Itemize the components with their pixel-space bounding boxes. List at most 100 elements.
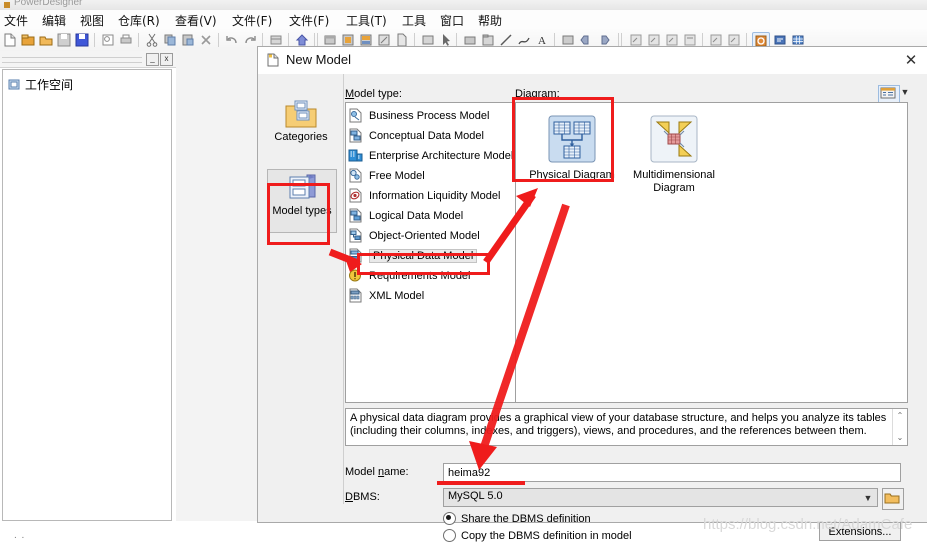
toolbar-separator-3 <box>218 33 219 47</box>
radio-copy-dbms-button[interactable] <box>443 529 456 542</box>
toolbar-new-icon[interactable] <box>2 32 18 48</box>
menu-item-tools2[interactable]: 工具 <box>402 12 426 29</box>
diagram-item-multidimensional-diagram[interactable]: Multidimensional Diagram <box>628 113 720 195</box>
model-name-label-pre: Model <box>345 466 379 478</box>
description-scroll-down-arrow[interactable]: ⌄ <box>893 432 907 444</box>
list-item-xml-model[interactable]: XML Model <box>348 287 518 304</box>
list-item-enterprise-architecture-model[interactable]: Enterprise Architecture Model <box>348 147 518 164</box>
diagram-item-multidimensional-diagram-label: Multidimensional Diagram <box>628 169 720 195</box>
tree-item-workspace-label: 工作空间 <box>25 77 74 92</box>
list-item-label: Business Process Model <box>369 109 490 122</box>
toolbar-open-icon[interactable] <box>38 32 54 48</box>
menu-item-help[interactable]: 帮助 <box>478 12 502 29</box>
menu-item-edit[interactable]: 编辑 <box>42 12 66 29</box>
toolbar-separator-10b <box>621 33 622 47</box>
toolbar-separator-12 <box>746 33 747 47</box>
physical-data-model-highlight <box>357 253 490 275</box>
dialog-title: New Model <box>286 52 352 67</box>
toolbar-save-all-icon[interactable] <box>74 32 90 48</box>
toolbar-copy-icon[interactable] <box>162 32 178 48</box>
toolbar-separator-8 <box>456 33 457 47</box>
toolbar-separator-6 <box>314 33 315 47</box>
radio-copy-dbms-label: Copy the DBMS definition in model <box>461 529 632 542</box>
toolbar-separator-11 <box>702 33 703 47</box>
dbms-value: MySQL 5.0 <box>448 490 503 502</box>
toolbar-cut-icon[interactable] <box>144 32 160 48</box>
dbms-browse-button[interactable] <box>882 488 904 510</box>
toolbar-print-preview-icon[interactable] <box>100 32 116 48</box>
explorer-header: _ x <box>0 51 176 68</box>
model-name-label: Model name: <box>345 466 409 478</box>
toolbar-save-icon[interactable] <box>56 32 72 48</box>
menu-item-window[interactable]: 窗口 <box>440 12 464 29</box>
dialog-close-button[interactable]: ✕ <box>900 51 922 71</box>
toolbar-delete-icon[interactable] <box>198 32 214 48</box>
chevron-down-icon[interactable]: ▼ <box>860 490 876 506</box>
menu-item-lookup[interactable]: 查看(V) <box>175 12 217 29</box>
model-type-label-mnemonic: M <box>345 88 355 100</box>
menu-item-repository[interactable]: 仓库(R) <box>118 12 160 29</box>
toolbar-separator-1 <box>94 33 95 47</box>
description-box: A physical data diagram provides a graph… <box>345 408 908 446</box>
menu-item-tools1[interactable]: 工具(T) <box>346 12 387 29</box>
dialog-titlebar: New Model ✕ <box>258 47 927 74</box>
toolbar-separator-10 <box>618 33 619 47</box>
description-scrollbar[interactable]: ⌃ ⌄ <box>892 409 907 445</box>
explorer-panel: _ x 工作空间 <box>0 51 176 521</box>
list-item-label: Enterprise Architecture Model <box>369 149 514 162</box>
toolbar-undo-icon[interactable] <box>224 32 240 48</box>
toolbar-new-package-icon[interactable] <box>20 32 36 48</box>
status-text: . . <box>14 530 26 541</box>
logical-data-model-icon <box>348 208 363 223</box>
free-model-icon <box>348 168 363 183</box>
diagram-view-caret-icon[interactable]: ▼ <box>899 85 911 101</box>
list-item-free-model[interactable]: Free Model <box>348 167 518 184</box>
menu-item-file1[interactable]: 文件 <box>4 12 28 29</box>
list-item-label: Information Liquidity Model <box>369 189 501 202</box>
folder-icon <box>884 493 900 504</box>
menu-item-file3[interactable]: 文件(F) <box>289 12 329 29</box>
list-view-icon <box>880 87 896 99</box>
diagram-view-mode-button[interactable] <box>878 85 900 103</box>
explorer-tree[interactable]: 工作空间 <box>2 69 172 521</box>
menu-item-file2[interactable]: 文件(F) <box>232 12 272 29</box>
list-item-conceptual-data-model[interactable]: Conceptual Data Model <box>348 127 518 144</box>
radio-copy-dbms[interactable]: Copy the DBMS definition in model <box>443 529 632 542</box>
toolbar-paste-icon[interactable] <box>180 32 196 48</box>
toolbar-redo-icon[interactable] <box>242 32 258 48</box>
tree-item-workspace[interactable]: 工作空间 <box>8 76 73 92</box>
list-item-label: Conceptual Data Model <box>369 129 484 142</box>
dbms-label-rest: BMS: <box>352 491 380 503</box>
model-name-input[interactable]: heima92 <box>443 463 901 482</box>
list-item-business-process-model[interactable]: Business Process Model <box>348 107 518 124</box>
list-item-label: Free Model <box>369 169 425 182</box>
radio-share-dbms[interactable]: Share the DBMS definition <box>443 512 591 525</box>
workspace-icon <box>8 79 20 89</box>
window-titlebar: PowerDesigner <box>0 0 927 10</box>
toolbar-separator-2 <box>138 33 139 47</box>
toolbar-separator-6b <box>317 33 318 47</box>
list-item-object-oriented-model[interactable]: Object-Oriented Model <box>348 227 518 244</box>
explorer-close-button[interactable]: x <box>160 53 173 66</box>
rail-item-categories[interactable]: Categories <box>267 96 335 158</box>
list-item-information-liquidity-model[interactable]: Information Liquidity Model <box>348 187 518 204</box>
description-text: A physical data diagram provides a graph… <box>350 412 887 437</box>
list-item-logical-data-model[interactable]: Logical Data Model <box>348 207 518 224</box>
multidimensional-diagram-icon <box>648 113 700 165</box>
toolbar-print-icon[interactable] <box>118 32 134 48</box>
list-item-label: XML Model <box>369 289 425 302</box>
explorer-minimize-button[interactable]: _ <box>146 53 159 66</box>
toolbar-separator-7 <box>414 33 415 47</box>
list-item-label: Logical Data Model <box>369 209 464 222</box>
physical-diagram-highlight <box>512 97 614 182</box>
business-process-model-icon <box>348 108 363 123</box>
diagram-item-label-text: Multidimensional Diagram <box>633 169 715 194</box>
watermark: https://blog.csdn.net/AdamCafe <box>703 516 913 533</box>
menu-item-view[interactable]: 视图 <box>80 12 104 29</box>
object-oriented-model-icon <box>348 228 363 243</box>
dbms-combobox[interactable]: MySQL 5.0 ▼ <box>443 488 878 507</box>
menu-bar: 文件 编辑 视图 仓库(R) 查看(V) 文件(F) 文件(F) 工具(T) 工… <box>0 10 927 29</box>
conceptual-data-model-icon <box>348 128 363 143</box>
radio-share-dbms-button[interactable] <box>443 512 456 525</box>
description-scroll-up-arrow[interactable]: ⌃ <box>893 410 907 422</box>
